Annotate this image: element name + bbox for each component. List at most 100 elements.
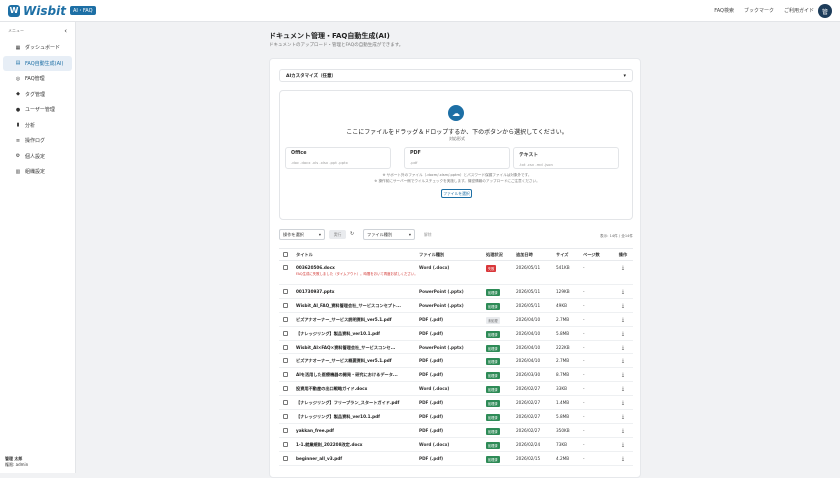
row-checkbox[interactable] bbox=[283, 386, 288, 392]
date-cell: 2026/04/10 bbox=[516, 316, 541, 322]
row-checkbox[interactable] bbox=[283, 441, 288, 447]
logo[interactable]: W Wisbit AI・FAQ bbox=[8, 4, 96, 18]
upload-dropzone[interactable]: ☁ ここにファイルをドラッグ＆ドロップするか、下のボタンから選択してください。 … bbox=[279, 90, 633, 220]
row-checkbox[interactable] bbox=[283, 330, 288, 336]
document-title[interactable]: ビズアナオーナー_サービス説明資料_ver5.1.pdf bbox=[296, 317, 419, 323]
actions-cell: ⤓ bbox=[613, 265, 633, 271]
document-title[interactable]: 1-1.就業規則_202208改定.docx bbox=[296, 442, 419, 448]
document-title[interactable]: Wisbit_AI×FAQ×資料管理会社_サービスコンセ... bbox=[296, 345, 419, 351]
row-checkbox[interactable] bbox=[283, 455, 288, 461]
row-checkbox[interactable] bbox=[283, 400, 288, 406]
document-title[interactable]: 【ナレッジリング】フリープラン_スタートガイド.pdf bbox=[296, 400, 419, 406]
status-cell: 処理済 bbox=[486, 372, 516, 380]
table-row: AIを活用した医療機器の開発・研究におけるデータ... PDF (.pdf) 処理済… bbox=[279, 368, 633, 383]
document-title[interactable]: AIを活用した医療機器の開発・研究におけるデータ... bbox=[296, 372, 419, 378]
download-icon[interactable]: ⤓ bbox=[622, 289, 624, 295]
header-size[interactable]: サイズ bbox=[556, 252, 583, 258]
row-checkbox[interactable] bbox=[283, 302, 288, 308]
status-cell: 処理済 bbox=[486, 330, 516, 338]
execute-button[interactable]: 実行 bbox=[329, 230, 346, 239]
chat-icon: ◎ bbox=[15, 75, 21, 82]
status-cell: 処理済 bbox=[486, 344, 516, 352]
row-checkbox[interactable] bbox=[283, 372, 288, 378]
document-title[interactable]: beginner_all_v3.pdf bbox=[296, 456, 419, 461]
status-cell: 未処理 bbox=[486, 316, 516, 324]
header-link-bookmark[interactable]: ブックマーク bbox=[744, 7, 774, 14]
download-icon[interactable]: ⤓ bbox=[622, 372, 624, 378]
sidebar-item-6[interactable]: ≡ 操作ログ bbox=[3, 133, 72, 149]
row-checkbox[interactable] bbox=[283, 289, 288, 294]
choose-file-button[interactable]: ファイルを選択 bbox=[441, 189, 472, 198]
chevron-left-icon[interactable]: ‹ bbox=[64, 27, 67, 35]
row-checkbox[interactable] bbox=[283, 316, 288, 322]
document-title[interactable]: 【ナレッジリング】製品資料_ver10.1.pdf bbox=[296, 414, 419, 420]
error-message: FAQ生成に失敗しました（タイムアウト）。時間をおいて再度お試しください。 bbox=[296, 272, 418, 276]
header-pages[interactable]: ページ数 bbox=[583, 252, 613, 258]
header-title[interactable]: タイトル bbox=[296, 252, 419, 258]
sidebar-item-7[interactable]: ⚙ 個人設定 bbox=[3, 149, 72, 165]
pages-cell: - bbox=[583, 414, 585, 420]
sidebar-item-4[interactable]: ● ユーザー管理 bbox=[3, 102, 72, 118]
actions-cell: ⤓ bbox=[613, 456, 633, 462]
logo-text: Wisbit bbox=[23, 3, 66, 18]
download-icon[interactable]: ⤓ bbox=[622, 400, 624, 406]
row-checkbox[interactable] bbox=[283, 414, 288, 420]
sidebar-item-2[interactable]: ◎ FAQ管理 bbox=[3, 71, 72, 87]
pages-cell: - bbox=[583, 455, 585, 461]
table-row: Wisbit_AI_FAQ_資料管理会社_サービスコンセプト... PowerPo… bbox=[279, 299, 633, 313]
file-type-filter-select[interactable]: ファイル種別 ▾ bbox=[363, 229, 415, 240]
action-select-value: 操作を選択 bbox=[283, 231, 304, 237]
document-title[interactable]: Wisbit_AI_FAQ_資料管理会社_サービスコンセプト... bbox=[296, 303, 419, 309]
document-title[interactable]: 投資用不動産の出口戦略ガイド.docx bbox=[296, 386, 419, 392]
row-checkbox[interactable] bbox=[283, 265, 288, 270]
header-date[interactable]: 追加日時 bbox=[516, 252, 556, 258]
download-icon[interactable]: ⤓ bbox=[622, 265, 624, 271]
download-icon[interactable]: ⤓ bbox=[622, 331, 624, 337]
document-title[interactable]: yakkan_free.pdf bbox=[296, 428, 419, 433]
status-badge: 処理済 bbox=[486, 414, 500, 422]
row-checkbox[interactable] bbox=[283, 427, 288, 433]
download-icon[interactable]: ⤓ bbox=[622, 345, 624, 351]
formats-label: 対応形式 bbox=[449, 136, 465, 141]
row-select-cell bbox=[279, 400, 296, 406]
download-icon[interactable]: ⤓ bbox=[622, 414, 624, 420]
download-icon[interactable]: ⤓ bbox=[622, 303, 624, 309]
document-title[interactable]: 【ナレッジリング】製品資料_ver10.1.pdf bbox=[296, 331, 419, 337]
document-title[interactable]: 001730937.pptx bbox=[296, 289, 419, 294]
sidebar-item-5[interactable]: ▮ 分析 bbox=[3, 118, 72, 134]
header-status[interactable]: 処理状況 bbox=[486, 252, 516, 258]
download-icon[interactable]: ⤓ bbox=[622, 428, 624, 434]
title-cell: 003620506.docx FAQ生成に失敗しました（タイムアウト）。時間をおい… bbox=[296, 265, 419, 277]
action-select[interactable]: 操作を選択 ▾ bbox=[279, 229, 325, 240]
document-title[interactable]: ビズアナオーナー_サービス概要資料_ver5.1.pdf bbox=[296, 358, 419, 364]
format-box-office: Office .doc .docx .xls .xlsx .ppt .pptx bbox=[285, 147, 391, 169]
ai-customize-accordion[interactable]: AIカスタマイズ（任意） ▾ bbox=[279, 69, 633, 82]
header-file-type[interactable]: ファイル種別 bbox=[419, 252, 486, 258]
chevron-down-icon: ▾ bbox=[623, 72, 626, 79]
download-icon[interactable]: ⤓ bbox=[622, 317, 624, 323]
download-icon[interactable]: ⤓ bbox=[622, 358, 624, 364]
row-checkbox[interactable] bbox=[283, 344, 288, 350]
clear-filter-link[interactable]: 解除 bbox=[424, 232, 432, 238]
download-icon[interactable]: ⤓ bbox=[622, 456, 624, 462]
select-all-checkbox[interactable] bbox=[283, 252, 288, 257]
file-type-cell: PDF (.pdf) bbox=[419, 400, 444, 406]
header-link-guide[interactable]: ご利用ガイド bbox=[784, 7, 814, 14]
refresh-icon[interactable]: ↻ bbox=[350, 231, 354, 237]
sidebar-item-1[interactable]: ▤ FAQ自動生成(AI) bbox=[3, 55, 72, 71]
sidebar-item-3[interactable]: ◆ タグ管理 bbox=[3, 87, 72, 103]
row-checkbox[interactable] bbox=[283, 358, 288, 364]
sidebar-item-8[interactable]: ▥ 組織設定 bbox=[3, 164, 72, 180]
download-icon[interactable]: ⤓ bbox=[622, 442, 624, 448]
documents-card: AIカスタマイズ（任意） ▾ ☁ ここにファイルをドラッグ＆ドロップするか、下の… bbox=[269, 58, 641, 478]
header-link-faq-search[interactable]: FAQ検索 bbox=[714, 7, 734, 14]
document-title[interactable]: 003620506.docx bbox=[296, 265, 419, 270]
table-row: 001730937.pptx PowerPoint (.pptx) 処理済 2026/… bbox=[279, 285, 633, 299]
tag-icon: ◆ bbox=[16, 91, 20, 98]
sidebar-item-0[interactable]: ▦ ダッシュボード bbox=[3, 40, 72, 56]
avatar[interactable]: 管 bbox=[818, 4, 832, 18]
title-cell: Wisbit_AI×FAQ×資料管理会社_サービスコンセ... bbox=[296, 345, 419, 351]
title-cell: 1-1.就業規則_202208改定.docx bbox=[296, 442, 419, 448]
download-icon[interactable]: ⤓ bbox=[622, 386, 624, 392]
user-icon: ● bbox=[15, 106, 21, 113]
